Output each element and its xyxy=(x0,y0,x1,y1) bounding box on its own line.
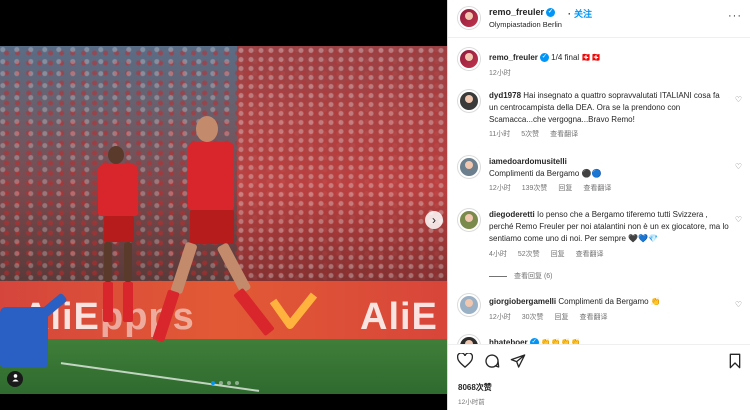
translate-link[interactable]: 查看翻译 xyxy=(576,251,604,258)
post-detail-panel: remo_freuler ✓ · 关注 Olympiastadion Berlin … xyxy=(447,0,750,410)
commenter-avatar[interactable] xyxy=(458,294,480,316)
comments-list[interactable]: remo_freuler ✓ 1/4 final 🇨🇭🇨🇭 12小时 dyd197… xyxy=(448,39,750,344)
comment-text: giorgiobergamelli Complimenti da Bergamo… xyxy=(489,296,729,308)
player-main xyxy=(152,116,275,394)
comment-time: 12小时 xyxy=(489,185,511,192)
player-blue xyxy=(0,271,80,381)
comment-content: Complimenti da Bergamo ⚫🔵 xyxy=(489,169,602,178)
comment-heart-icon[interactable]: ♡ xyxy=(735,95,742,104)
comment-heart-icon[interactable]: ♡ xyxy=(735,215,742,224)
comment-heart-icon[interactable]: ♡ xyxy=(735,300,742,309)
comment-heart-icon[interactable]: ♡ xyxy=(735,162,742,171)
comment-likes[interactable]: 5次赞 xyxy=(521,131,539,138)
comment-text: iamedoardomusitelli Complimenti da Berga… xyxy=(489,156,729,180)
view-replies-link[interactable]: 查看回复 (6) xyxy=(489,271,553,281)
bookmark-icon[interactable] xyxy=(728,353,742,373)
tagged-user-icon[interactable] xyxy=(7,371,23,387)
author-username[interactable]: remo_freuler ✓ xyxy=(489,7,556,18)
caption-time: 12小时 xyxy=(489,70,511,77)
comment-meta: 11小时 5次赞 查看翻译 xyxy=(489,129,587,139)
carousel-dot-1 xyxy=(211,381,215,385)
commenter-avatar[interactable] xyxy=(458,156,480,178)
post-header: remo_freuler ✓ · 关注 Olympiastadion Berlin … xyxy=(448,0,750,38)
carousel-dot-4 xyxy=(235,381,239,385)
share-icon[interactable] xyxy=(510,353,526,373)
carousel-dot-2 xyxy=(219,381,223,385)
post-location[interactable]: Olympiastadion Berlin xyxy=(489,20,562,29)
carousel-next-button[interactable]: › xyxy=(425,211,443,229)
caption-text: remo_freuler ✓ 1/4 final 🇨🇭🇨🇭 xyxy=(489,52,729,64)
commenter-avatar[interactable] xyxy=(458,90,480,112)
caption-content: 1/4 final 🇨🇭🇨🇭 xyxy=(551,53,602,62)
comment-time: 4小时 xyxy=(489,251,507,258)
commenter-avatar[interactable] xyxy=(458,209,480,231)
carousel-dots xyxy=(211,381,239,385)
comment-meta: 4小时 52次赞 回复 查看翻译 xyxy=(489,249,613,259)
caption-username[interactable]: remo_freuler xyxy=(489,53,538,62)
comment-likes[interactable]: 139次赞 xyxy=(522,185,548,192)
translate-link[interactable]: 查看翻译 xyxy=(550,131,578,138)
comment-content: Hai insegnato a quattro sopravvalutati I… xyxy=(489,91,720,124)
author-avatar[interactable] xyxy=(458,7,480,29)
post-media[interactable]: AliE ppps AliE › xyxy=(0,0,447,410)
translate-link[interactable]: 查看翻译 xyxy=(583,185,611,192)
like-count[interactable]: 8068次赞 xyxy=(458,382,492,393)
comment-meta: 12小时 139次赞 回复 查看翻译 xyxy=(489,183,620,193)
follow-button[interactable]: · 关注 xyxy=(565,7,592,20)
comment-time: 12小时 xyxy=(489,314,511,321)
reply-link[interactable]: 回复 xyxy=(551,251,565,258)
comment-time: 11小时 xyxy=(489,131,511,138)
reply-link[interactable]: 回复 xyxy=(558,185,572,192)
carousel-dot-3 xyxy=(227,381,231,385)
comment-likes[interactable]: 52次赞 xyxy=(518,251,540,258)
comment-likes[interactable]: 30次赞 xyxy=(522,314,544,321)
commenter-username[interactable]: dyd1978 xyxy=(489,91,521,100)
more-options-icon[interactable]: ··· xyxy=(728,10,742,22)
verified-badge-icon: ✓ xyxy=(539,53,549,63)
comment-text: hhateboer ✓ 👏👏👏👏 xyxy=(489,337,729,344)
ad-checkmark-logo xyxy=(269,292,318,329)
ad-text-right: AliE xyxy=(360,296,438,338)
caption-avatar[interactable] xyxy=(458,48,480,70)
post-photo: AliE ppps AliE xyxy=(0,46,447,394)
commenter-username[interactable]: giorgiobergamelli xyxy=(489,297,556,306)
comment-text: diegoderetti Io penso che a Bergamo tife… xyxy=(489,209,729,245)
reply-link[interactable]: 回复 xyxy=(555,314,569,321)
post-timestamp: 12小时前 xyxy=(458,399,485,406)
comment-content: Complimenti da Bergamo 👏 xyxy=(558,297,661,306)
comment-text: dyd1978 Hai insegnato a quattro sopravva… xyxy=(489,90,729,126)
player-number-7 xyxy=(90,146,150,346)
post-actions: 8068次赞 12小时前 xyxy=(448,344,750,410)
comment-icon[interactable] xyxy=(484,353,500,373)
commenter-avatar[interactable] xyxy=(458,335,480,344)
like-icon[interactable] xyxy=(456,352,474,372)
commenter-username[interactable]: diegoderetti xyxy=(489,210,535,219)
comment-meta: 12小时 30次赞 回复 查看翻译 xyxy=(489,312,616,322)
commenter-username[interactable]: iamedoardomusitelli xyxy=(489,156,729,168)
translate-link[interactable]: 查看翻译 xyxy=(579,314,607,321)
verified-badge-icon: ✓ xyxy=(546,8,556,18)
